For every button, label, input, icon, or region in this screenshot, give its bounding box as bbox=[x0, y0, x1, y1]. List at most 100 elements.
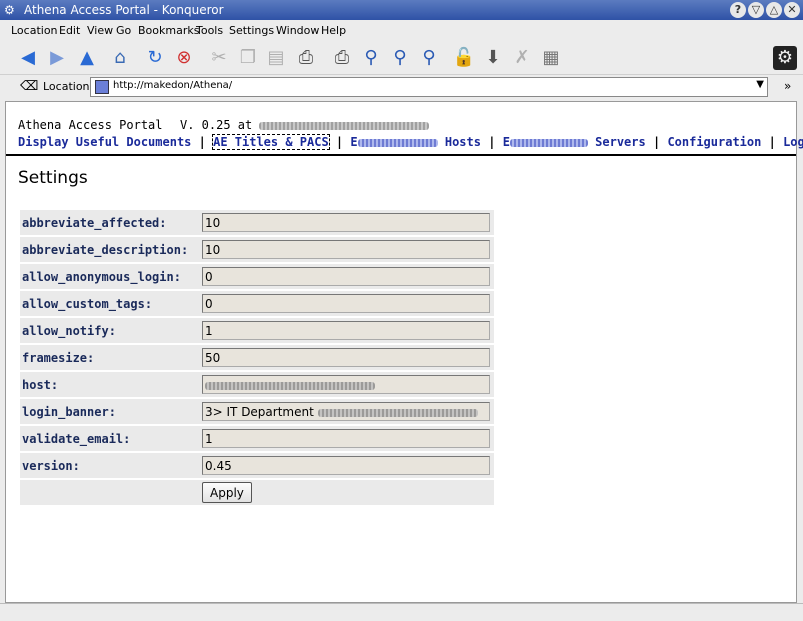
location-dropdown-icon[interactable]: ▼ bbox=[756, 79, 764, 90]
setting-label: abbreviate_affected: bbox=[20, 210, 200, 235]
nav-separator: | bbox=[768, 135, 776, 149]
nav-servers-prefix: E bbox=[502, 135, 510, 149]
setting-label: validate_email: bbox=[20, 426, 200, 451]
favicon-icon bbox=[95, 80, 109, 94]
setting-input[interactable]: 10 bbox=[202, 213, 490, 232]
setting-label: framesize: bbox=[20, 345, 200, 370]
menu-edit[interactable]: Edit bbox=[59, 24, 80, 37]
menu-bookmarks[interactable]: Bookmarks bbox=[138, 24, 199, 37]
table-row: version: 0.45 bbox=[20, 453, 494, 478]
table-row: validate_email: 1 bbox=[20, 426, 494, 451]
back-icon[interactable]: ◀ bbox=[16, 46, 40, 70]
setting-input[interactable]: 50 bbox=[202, 348, 490, 367]
nav-ae-titles-pacs[interactable]: AE Titles & PACS bbox=[212, 134, 330, 150]
menu-help[interactable]: Help bbox=[321, 24, 346, 37]
setting-input-login-banner[interactable]: 3> IT Department bbox=[202, 402, 490, 421]
setting-input[interactable]: 0 bbox=[202, 267, 490, 286]
table-row: allow_anonymous_login: 0 bbox=[20, 264, 494, 289]
copy-icon[interactable]: ❐ bbox=[236, 46, 260, 70]
portal-version: V. 0.25 at bbox=[180, 118, 430, 132]
table-row: host: bbox=[20, 372, 494, 397]
zoom-out-icon[interactable]: ⚲ bbox=[417, 46, 441, 70]
setting-label: login_banner: bbox=[20, 399, 200, 424]
forward-icon[interactable]: ▶ bbox=[45, 46, 69, 70]
table-row: abbreviate_description: 10 bbox=[20, 237, 494, 262]
setting-input[interactable]: 0.45 bbox=[202, 456, 490, 475]
apply-button[interactable]: Apply bbox=[202, 482, 252, 503]
minimize-window-button[interactable]: ▽ bbox=[748, 2, 764, 18]
version-text: V. 0.25 at bbox=[180, 118, 253, 132]
menu-location[interactable]: Location bbox=[11, 24, 58, 37]
clear-location-icon[interactable]: ⌫ bbox=[20, 79, 38, 94]
nav-display-useful-documents[interactable]: Display Useful Documents bbox=[18, 135, 191, 149]
css-off-icon[interactable]: ✗ bbox=[510, 46, 534, 70]
table-row: allow_notify: 1 bbox=[20, 318, 494, 343]
location-bar: ⌫ Location: http://makedon/Athena/ ▼ » bbox=[0, 75, 803, 99]
konqueror-app-icon[interactable]: ⚙ bbox=[4, 3, 18, 17]
nav-separator: | bbox=[652, 135, 661, 149]
window-titlebar: ⚙ Athena Access Portal - Konqueror ? ▽ △… bbox=[0, 0, 803, 20]
menu-tools[interactable]: Tools bbox=[196, 24, 223, 37]
nav-separator: | bbox=[488, 135, 496, 149]
print-frame-icon[interactable]: ⎙ bbox=[330, 46, 354, 70]
stop-icon[interactable]: ⊗ bbox=[172, 46, 196, 70]
menu-view[interactable]: View bbox=[87, 24, 113, 37]
login-banner-text: 3> IT Department bbox=[205, 405, 314, 419]
table-row: allow_custom_tags: 0 bbox=[20, 291, 494, 316]
setting-input[interactable]: 1 bbox=[202, 429, 490, 448]
redacted-text bbox=[509, 138, 588, 147]
location-label: Location: bbox=[43, 80, 94, 93]
setting-label: abbreviate_description: bbox=[20, 237, 200, 262]
setting-label: allow_notify: bbox=[20, 318, 200, 343]
location-field[interactable]: http://makedon/Athena/ ▼ bbox=[90, 77, 768, 97]
main-toolbar: ◀ ▶ ▲ ⌂ ↻ ⊗ ✂ ❐ ▤ ⎙ ⎙ ⚲ ⚲ ⚲ 🔓 ⬇ ✗ ▦ ⚙ bbox=[0, 42, 803, 75]
table-row: login_banner: 3> IT Department bbox=[20, 399, 494, 424]
nav-hosts[interactable]: E Hosts bbox=[350, 135, 481, 149]
setting-input[interactable]: 10 bbox=[202, 240, 490, 259]
settings-gear-icon[interactable]: ⚙ bbox=[773, 46, 797, 70]
setting-input-host[interactable] bbox=[202, 375, 490, 394]
portal-nav: Display Useful Documents | AE Titles & P… bbox=[18, 134, 803, 150]
paste-icon[interactable]: ▤ bbox=[264, 46, 288, 70]
zoom-in-icon[interactable]: ⚲ bbox=[388, 46, 412, 70]
frames-icon[interactable]: ▦ bbox=[539, 46, 563, 70]
setting-input[interactable]: 1 bbox=[202, 321, 490, 340]
portal-title: Athena Access Portal bbox=[18, 118, 163, 132]
setting-label: allow_anonymous_login: bbox=[20, 264, 200, 289]
nav-servers[interactable]: E Servers bbox=[503, 135, 646, 149]
zoom-icon[interactable]: ⚲ bbox=[359, 46, 383, 70]
nav-configuration[interactable]: Configuration bbox=[667, 135, 761, 149]
table-row: abbreviate_affected: 10 bbox=[20, 210, 494, 235]
cut-icon[interactable]: ✂ bbox=[207, 46, 231, 70]
reload-icon[interactable]: ↻ bbox=[143, 46, 167, 70]
url-text[interactable]: http://makedon/Athena/ bbox=[113, 80, 232, 91]
empty-cell bbox=[20, 480, 200, 505]
nav-servers-label: Servers bbox=[595, 135, 646, 149]
maximize-window-button[interactable]: △ bbox=[766, 2, 782, 18]
home-icon[interactable]: ⌂ bbox=[108, 46, 132, 70]
menu-window[interactable]: Window bbox=[276, 24, 319, 37]
menubar: Location Edit View Go Bookmarks Tools Se… bbox=[0, 20, 803, 42]
lock-icon[interactable]: 🔓 bbox=[452, 46, 476, 70]
nav-logout[interactable]: Logout bbox=[783, 135, 803, 149]
help-window-button[interactable]: ? bbox=[730, 2, 746, 18]
page-title: Settings bbox=[18, 168, 88, 188]
redacted-banner bbox=[317, 408, 478, 417]
portal-header: Athena Access Portal V. 0.25 at Display … bbox=[6, 102, 803, 156]
toolbar-overflow-icon[interactable]: » bbox=[784, 79, 791, 93]
nav-hosts-label: Hosts bbox=[444, 135, 481, 149]
menu-go[interactable]: Go bbox=[116, 24, 131, 37]
print-icon[interactable]: ⎙ bbox=[294, 46, 318, 70]
setting-label: version: bbox=[20, 453, 200, 478]
setting-input[interactable]: 0 bbox=[202, 294, 490, 313]
up-icon[interactable]: ▲ bbox=[75, 46, 99, 70]
table-row: framesize: 50 bbox=[20, 345, 494, 370]
redacted-text bbox=[357, 138, 438, 147]
close-window-button[interactable]: ✕ bbox=[784, 2, 800, 18]
nav-separator: | bbox=[198, 135, 206, 149]
setting-label: host: bbox=[20, 372, 200, 397]
menu-settings[interactable]: Settings bbox=[229, 24, 274, 37]
download-icon[interactable]: ⬇ bbox=[481, 46, 505, 70]
nav-hosts-prefix: E bbox=[350, 135, 358, 149]
settings-table: abbreviate_affected: 10 abbreviate_descri… bbox=[20, 208, 494, 507]
